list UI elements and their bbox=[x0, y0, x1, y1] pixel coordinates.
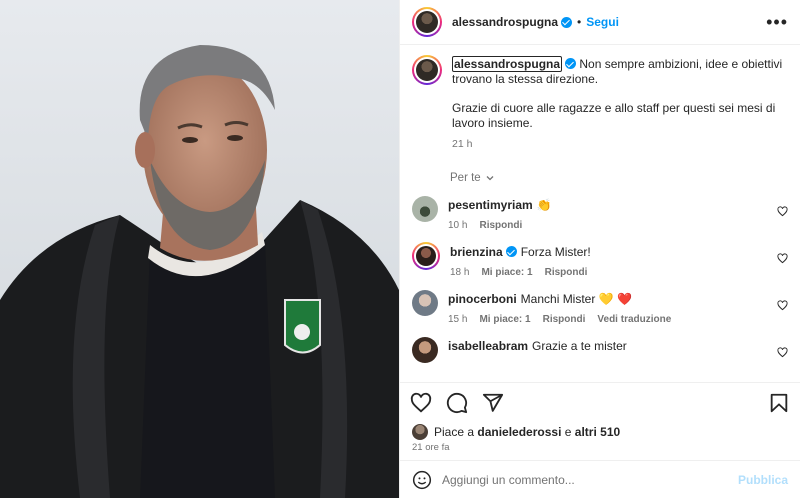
caption-username[interactable]: alessandrospugna bbox=[452, 56, 563, 72]
reply-button[interactable]: Rispondi bbox=[543, 314, 586, 325]
reply-button[interactable]: Rispondi bbox=[479, 220, 522, 231]
comment-text: Grazie a te mister bbox=[532, 339, 627, 353]
verified-icon bbox=[565, 58, 577, 69]
comment-text: Forza Mister! bbox=[520, 245, 591, 259]
heart-icon[interactable] bbox=[777, 206, 788, 217]
comment-item: pesentimyriam 👏 10 h Rispondi bbox=[412, 196, 788, 231]
for-you-label: Per te bbox=[450, 172, 481, 184]
heart-icon[interactable] bbox=[777, 253, 788, 264]
share-icon[interactable] bbox=[482, 392, 504, 414]
separator-dot: • bbox=[577, 15, 582, 29]
comment-time: 18 h bbox=[450, 267, 470, 278]
liker-avatar bbox=[412, 424, 428, 440]
comment-avatar[interactable] bbox=[412, 242, 440, 270]
comment-username[interactable]: pesentimyriam bbox=[448, 198, 533, 212]
comment-username[interactable]: pinocerboni bbox=[448, 292, 517, 306]
likes-connector: e bbox=[564, 425, 572, 439]
chevron-down-icon bbox=[486, 176, 494, 181]
comment-username[interactable]: isabelleabram bbox=[448, 339, 528, 353]
comment-item: isabelleabram Grazie a te mister bbox=[412, 337, 788, 363]
bookmark-icon[interactable] bbox=[768, 392, 790, 414]
post-image[interactable] bbox=[0, 0, 399, 498]
verified-icon bbox=[505, 246, 517, 257]
for-you-filter[interactable]: Per te bbox=[450, 172, 788, 184]
caption-timestamp[interactable]: 21 h bbox=[452, 137, 788, 152]
likes-others[interactable]: altri 510 bbox=[575, 425, 620, 439]
follow-button[interactable]: Segui bbox=[586, 15, 619, 29]
verified-icon bbox=[561, 16, 573, 28]
caption-line-2: Grazie di cuore alle ragazze e allo staf… bbox=[452, 101, 776, 130]
likes-prefix: Piace a bbox=[434, 425, 475, 439]
post-timestamp[interactable]: 21 ore fa bbox=[400, 442, 800, 460]
comment-avatar[interactable] bbox=[412, 196, 438, 222]
heart-icon[interactable] bbox=[777, 347, 788, 358]
action-bar bbox=[400, 382, 800, 422]
comment-time: 10 h bbox=[448, 220, 468, 231]
comment-avatar[interactable] bbox=[412, 337, 438, 363]
author-username[interactable]: alessandrospugna bbox=[452, 15, 558, 29]
more-icon[interactable]: ••• bbox=[766, 13, 788, 31]
publish-button[interactable]: Pubblica bbox=[738, 473, 788, 487]
author-avatar[interactable] bbox=[412, 7, 442, 37]
heart-icon[interactable] bbox=[410, 392, 432, 414]
comment-time: 15 h bbox=[448, 314, 468, 325]
emoji-icon[interactable] bbox=[412, 470, 432, 490]
comments-area[interactable]: alessandrospugna Non sempre ambizioni, i… bbox=[400, 45, 800, 382]
likes-summary[interactable]: Piace a danielederossi e altri 510 bbox=[400, 422, 800, 442]
comment-text: Manchi Mister 💛 ❤️ bbox=[520, 292, 632, 306]
comment-input[interactable] bbox=[442, 472, 728, 487]
see-translation-button[interactable]: Vedi traduzione bbox=[597, 314, 671, 325]
comment-icon[interactable] bbox=[446, 392, 468, 414]
comment-text: 👏 bbox=[536, 198, 552, 212]
heart-icon[interactable] bbox=[777, 300, 788, 311]
comment-item: pinocerboni Manchi Mister 💛 ❤️ 15 h Mi pi… bbox=[412, 290, 788, 325]
post-header: alessandrospugna • Segui ••• bbox=[400, 0, 800, 45]
likes-count[interactable]: Mi piace: 1 bbox=[479, 314, 530, 325]
comment-username[interactable]: brienzina bbox=[450, 245, 503, 259]
liker-username[interactable]: danielederossi bbox=[477, 425, 561, 439]
likes-count[interactable]: Mi piace: 1 bbox=[481, 267, 532, 278]
post-panel: alessandrospugna • Segui ••• alessandros… bbox=[399, 0, 800, 498]
coach-photo bbox=[0, 0, 399, 498]
reply-button[interactable]: Rispondi bbox=[545, 267, 588, 278]
comment-avatar[interactable] bbox=[412, 290, 438, 316]
caption: alessandrospugna Non sempre ambizioni, i… bbox=[412, 55, 788, 152]
add-comment-bar: Pubblica bbox=[400, 460, 800, 498]
comment-item: brienzina Forza Mister! 18 h Mi piace: 1 … bbox=[412, 242, 788, 278]
caption-avatar[interactable] bbox=[412, 55, 442, 85]
